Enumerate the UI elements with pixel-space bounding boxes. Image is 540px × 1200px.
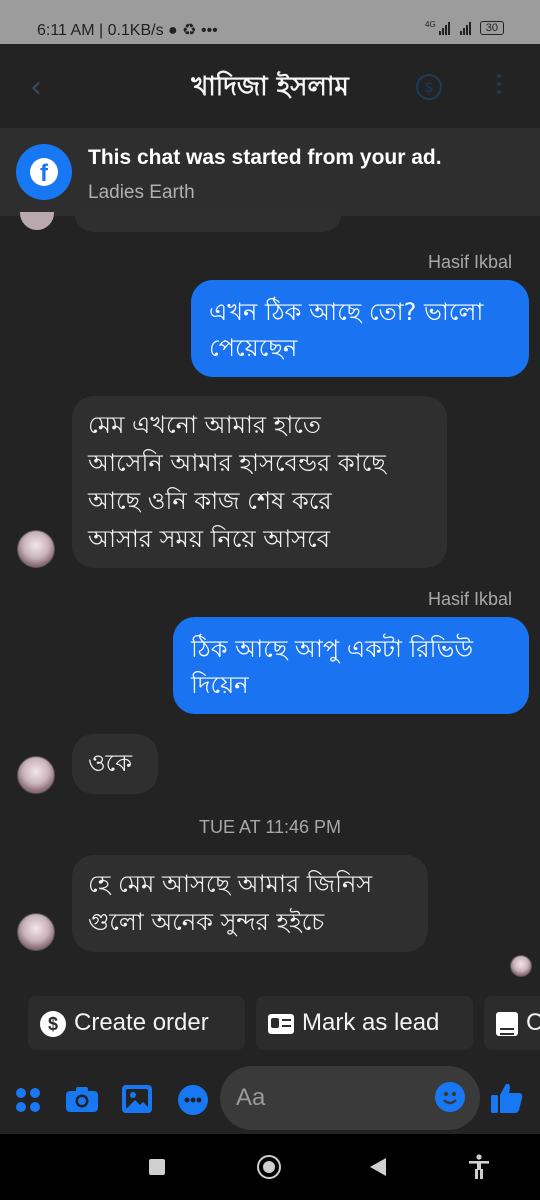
contact-avatar[interactable]: [17, 913, 55, 951]
chat-bubble-icon[interactable]: [178, 1085, 208, 1115]
create-order-label: Create order: [74, 1009, 209, 1036]
contact-avatar[interactable]: [17, 530, 55, 568]
ad-banner-subtitle[interactable]: Ladies Earth: [88, 182, 195, 204]
thumbs-up-icon[interactable]: [490, 1082, 524, 1114]
home-circle-icon[interactable]: [257, 1155, 281, 1179]
accessibility-icon[interactable]: [468, 1154, 490, 1180]
incoming-message-bubble[interactable]: ওকে: [72, 734, 158, 794]
status-bar: 6:11 AM | 0.1KB/s ● ♻ ••• 4G 30: [0, 0, 540, 44]
dollar-circle-icon: $: [40, 1010, 66, 1037]
message-line: ওকে: [88, 749, 133, 777]
message-line: গুলো অনেক সুন্দর হইচে: [88, 908, 325, 936]
message-line: আসার সময় নিয়ে আসবে: [88, 525, 331, 553]
more-quick-action-label: C: [526, 1009, 540, 1036]
message-line: দিয়েন: [191, 671, 249, 699]
shield-icon: ●: [168, 22, 178, 39]
message-line: ঠিক আছে আপু একটা রিভিউ: [191, 635, 474, 663]
emoji-icon[interactable]: [435, 1082, 465, 1112]
contact-card-icon: [268, 1013, 294, 1034]
more-options-icon[interactable]: [494, 74, 504, 100]
timestamp-divider: TUE AT 11:46 PM: [198, 817, 342, 837]
incoming-message-bubble[interactable]: মেম এখনো আমার হাতে আসেনি আমার হাসবেন্ডর …: [72, 396, 447, 568]
back-triangle-icon[interactable]: [370, 1158, 386, 1176]
seen-receipt-avatar: [510, 955, 532, 977]
contact-avatar[interactable]: [20, 212, 54, 230]
network-type: 4G: [425, 20, 436, 29]
outgoing-message-bubble[interactable]: এখন ঠিক আছে তো? ভালো পেয়েছেন: [191, 280, 529, 377]
contact-name[interactable]: খাদিজা ইসলাম: [0, 66, 540, 110]
camera-icon[interactable]: [66, 1086, 98, 1112]
outgoing-message-bubble[interactable]: ঠিক আছে আপু একটা রিভিউ দিয়েন: [173, 617, 529, 714]
battery-level: 30: [485, 22, 498, 34]
document-icon: [496, 1011, 518, 1040]
incoming-message-bubble[interactable]: হে মেম আসছে আমার জিনিস গুলো অনেক সুন্দর …: [72, 855, 428, 952]
signal-icon-2: [460, 21, 472, 35]
mark-as-lead-button[interactable]: Mark as lead: [256, 996, 473, 1050]
battery-icon: 30: [479, 21, 504, 35]
message-line: এখন ঠিক আছে তো? ভালো: [209, 298, 484, 326]
sender-name: Hasif Ikbal: [427, 589, 512, 609]
message-line: হে মেম আসছে আমার জিনিস: [88, 870, 373, 898]
previous-message-bubble[interactable]: [74, 210, 342, 232]
message-line: আসেনি আমার হাসবেন্ডর কাছে: [88, 449, 386, 477]
sync-icon: ♻: [182, 22, 197, 39]
more-notifications-icon: •••: [200, 22, 218, 39]
contact-avatar[interactable]: [17, 756, 55, 794]
status-time: 6:11 AM | 0.1KB/s ● ♻ •••: [37, 22, 218, 39]
status-right: 4G 30: [425, 20, 504, 35]
signal-icon: [439, 21, 451, 35]
ad-banner: [0, 128, 540, 216]
message-line: আছে ওনি কাজ শেষ করে: [88, 487, 332, 515]
ad-banner-title: This chat was started from your ad.: [88, 146, 442, 169]
message-line: মেম এখনো আমার হাতে: [88, 411, 321, 439]
apps-menu-icon[interactable]: [16, 1088, 42, 1114]
more-quick-action-button[interactable]: C: [484, 996, 540, 1050]
gallery-image-icon[interactable]: [122, 1085, 152, 1113]
create-order-button[interactable]: $ Create order: [28, 996, 245, 1050]
payment-dollar-icon[interactable]: $: [416, 74, 442, 100]
message-line: পেয়েছেন: [209, 334, 298, 362]
sender-name: Hasif Ikbal: [427, 252, 512, 272]
recents-square-icon[interactable]: [149, 1159, 165, 1175]
mark-as-lead-label: Mark as lead: [302, 1009, 440, 1036]
facebook-icon: f: [16, 144, 72, 200]
network-speed: 0.1KB/s: [107, 22, 164, 39]
